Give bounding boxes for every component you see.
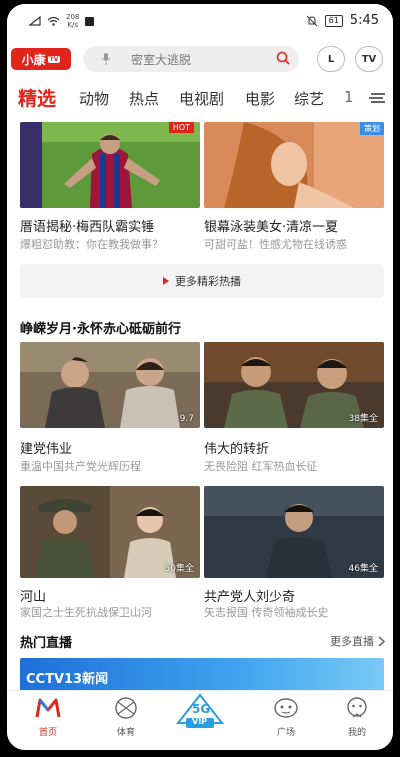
tab-movies[interactable]: 电影 [245, 88, 275, 109]
plaza-icon [274, 698, 298, 718]
nav-plaza[interactable]: 广场 [256, 697, 316, 738]
nav-sports[interactable]: 体育 [96, 697, 156, 738]
svg-text:5G: 5G [192, 702, 210, 716]
swimsuit-thumbnail [204, 122, 384, 208]
more-hot-label: 更多精彩热播 [175, 275, 241, 288]
card-title[interactable]: 厝语揭秘·梅西队霸实锤 [20, 216, 154, 235]
nav-label: 我的 [347, 728, 366, 738]
live-section-title: 热门直播 [20, 636, 73, 651]
search-icon[interactable] [276, 51, 290, 65]
search-input[interactable]: 密室大逃脱 [131, 51, 191, 68]
microphone-icon[interactable] [101, 52, 111, 66]
history-icon: L [327, 53, 335, 65]
search-bar[interactable]: 密室大逃脱 [83, 46, 299, 72]
nav-profile[interactable]: 我的 [327, 697, 387, 738]
episodes-badge: 50集全 [164, 564, 194, 574]
more-hot-button[interactable]: 更多精彩热播 [20, 264, 384, 298]
more-live-button[interactable]: 更多直播 [330, 633, 385, 649]
app-logo[interactable]: 小康 TV [11, 48, 71, 70]
tv-button[interactable]: TV [355, 46, 383, 72]
main-feed: HOT 厝语揭秘·梅西队霸实锤 爆粗怼助教：你在教我做事？ 策划 银幕泳装美女·… [7, 122, 393, 690]
card-title[interactable]: 银幕泳装美女·清凉一夏 [204, 216, 338, 235]
tab-animals[interactable]: 动物 [79, 88, 109, 109]
tab-variety[interactable]: 综艺 [294, 88, 324, 109]
more-live-label: 更多直播 [330, 635, 374, 648]
chevron-right-icon [378, 635, 385, 647]
signal-icon [29, 16, 41, 26]
card-subtitle: 家国之士生死抗战保卫山河 [20, 606, 152, 619]
thumbnail[interactable]: 46集全 [204, 486, 384, 578]
thumbnail[interactable]: 策划 [204, 122, 384, 208]
tabs-fade [343, 78, 365, 122]
thumbnail[interactable]: 38集全 [204, 342, 384, 428]
tv-icon: TV [361, 53, 377, 65]
battery-indicator: 61 [324, 14, 343, 27]
card-title[interactable]: 共产党人刘少奇 [204, 586, 295, 605]
nav-label: 体育 [116, 728, 135, 738]
card-subtitle: 矢志报国 传奇领袖成长史 [204, 606, 329, 619]
nav-vip-label: VIP [192, 717, 208, 726]
card-title[interactable]: 伟大的转折 [204, 438, 269, 457]
notification-icon [85, 16, 95, 26]
home-icon [35, 698, 61, 718]
logo-badge: TV [47, 55, 61, 63]
thumbnail[interactable]: 50集全 [20, 486, 200, 578]
tab-hot[interactable]: 热点 [129, 88, 159, 109]
play-icon [163, 277, 169, 285]
card-title[interactable]: 建党伟业 [20, 438, 72, 457]
card-title[interactable]: 河山 [20, 586, 46, 605]
section-title: 峥嵘岁月·永怀赤心砥砺前行 [20, 322, 181, 337]
card-subtitle: 爆粗怼助教：你在教我做事？ [20, 238, 163, 251]
sports-icon [115, 697, 137, 719]
card-subtitle: 可甜可盐！性感尤物在线诱惑 [204, 238, 347, 251]
mute-icon [306, 15, 317, 26]
speed-unit: K/s [67, 21, 78, 29]
history-button[interactable]: L [317, 46, 345, 72]
jiandang-thumbnail [20, 342, 200, 428]
nav-home[interactable]: 首页 [18, 697, 78, 738]
messi-thumbnail [20, 122, 200, 208]
speed-value: 208 [66, 13, 80, 21]
status-right: 61 5:45 [306, 13, 379, 28]
status-left: 208 K/s [29, 13, 95, 29]
bottom-navigation: 首页 体育 5G VIP 广场 我的 [7, 690, 393, 750]
status-bar: 208 K/s 61 5:45 [7, 4, 393, 38]
tab-tv-series[interactable]: 电视剧 [179, 88, 224, 109]
nav-label: 首页 [38, 728, 57, 738]
app-header: 小康 TV 密室大逃脱 L TV [7, 38, 393, 78]
nav-vip[interactable]: 5G VIP [170, 691, 230, 735]
thumbnail[interactable]: 9.7 [20, 342, 200, 428]
profile-icon [347, 697, 367, 718]
network-speed: 208 K/s [66, 13, 79, 29]
hot-badge: HOT [168, 122, 194, 133]
logo-text: 小康 [21, 52, 46, 67]
status-time: 5:45 [349, 13, 379, 28]
plan-badge: 策划 [360, 122, 384, 135]
menu-icon[interactable] [369, 92, 385, 104]
tab-featured[interactable]: 精选 [18, 84, 56, 111]
card-subtitle: 重温中国共产党光辉历程 [20, 460, 141, 473]
rating-badge: 9.7 [179, 414, 194, 424]
wifi-icon [47, 16, 60, 26]
episodes-badge: 38集全 [348, 414, 378, 424]
thumbnail[interactable]: HOT [20, 122, 200, 208]
phone-screen: 208 K/s 61 5:45 小康 TV 密室大逃脱 L TV 精选 动物 热… [7, 4, 393, 750]
nav-label: 广场 [276, 728, 295, 738]
card-subtitle: 无畏险阻 红军热血长征 [204, 460, 318, 473]
live-channel-title: CCTV13新闻 [26, 672, 109, 687]
live-banner[interactable]: CCTV13新闻 [20, 658, 384, 690]
category-tabs: 精选 动物 热点 电视剧 电影 综艺 1 [7, 78, 393, 122]
episodes-badge: 46集全 [348, 564, 378, 574]
